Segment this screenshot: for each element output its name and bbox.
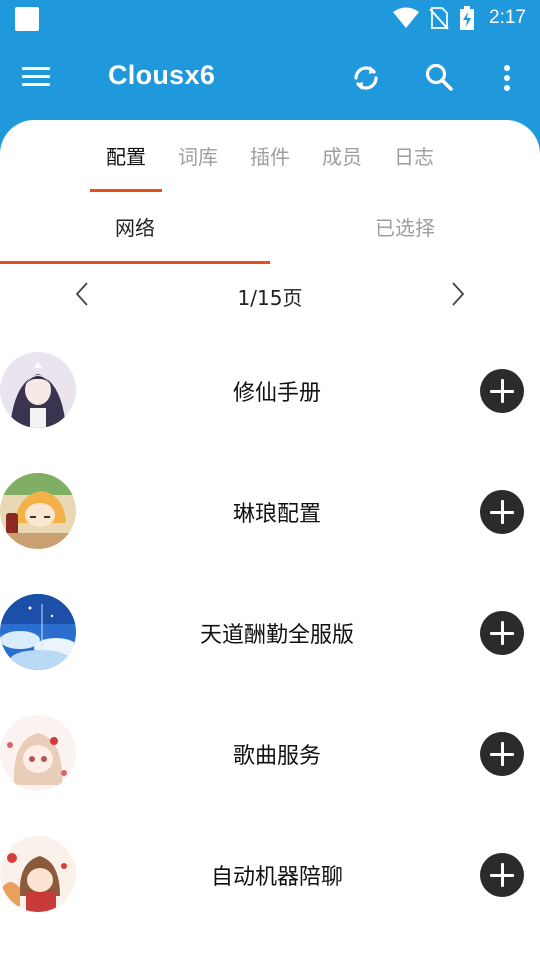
top-tabs: 配置 词库 插件 成员 日志	[90, 138, 450, 192]
item-title: 修仙手册	[232, 381, 321, 406]
main-content: 配置 词库 插件 成员 日志 网络 已选择 1/15页 修仙手册 琳琅配置 天道…	[0, 120, 540, 960]
add-button[interactable]	[480, 369, 524, 413]
subtab-network[interactable]: 网络	[0, 192, 270, 264]
tab-lexicon[interactable]: 词库	[162, 138, 234, 192]
pager: 1/15页	[0, 264, 540, 324]
item-title: 自动机器陪聊	[210, 865, 343, 890]
list-item[interactable]: 自动机器陪聊	[0, 814, 540, 935]
more-options-button[interactable]	[495, 60, 519, 96]
list-item[interactable]: 天道酬勤全服版	[0, 572, 540, 693]
sync-icon	[354, 66, 378, 90]
no-sim-icon	[429, 7, 449, 30]
sync-button[interactable]	[348, 60, 384, 96]
menu-icon-line	[22, 75, 50, 78]
notification-icon	[15, 7, 39, 31]
add-button[interactable]	[480, 732, 524, 776]
tab-config[interactable]: 配置	[90, 138, 162, 192]
more-vert-icon	[504, 65, 510, 91]
config-list: 修仙手册 琳琅配置 天道酬勤全服版 歌曲服务 自动机器陪聊	[0, 330, 540, 935]
menu-icon-line	[22, 83, 50, 86]
wifi-icon	[393, 7, 420, 28]
add-button[interactable]	[480, 490, 524, 534]
item-title: 天道酬勤全服版	[199, 623, 354, 648]
list-item[interactable]: 修仙手册	[0, 330, 540, 451]
item-title: 琳琅配置	[232, 502, 321, 527]
subtab-selected[interactable]: 已选择	[270, 192, 540, 264]
list-item[interactable]: 歌曲服务	[0, 693, 540, 814]
item-title: 歌曲服务	[232, 744, 321, 769]
app-bar: Clousx6	[0, 36, 540, 120]
menu-button[interactable]	[22, 62, 62, 92]
search-icon	[425, 63, 453, 91]
sub-tabs: 网络 已选择	[0, 192, 540, 264]
next-page-button[interactable]	[442, 279, 472, 309]
tab-plugins[interactable]: 插件	[234, 138, 306, 192]
tab-logs[interactable]: 日志	[378, 138, 450, 192]
chevron-right-icon	[452, 282, 465, 306]
status-time: 2:17	[489, 7, 526, 28]
app-title: Clousx6	[108, 60, 216, 90]
list-item[interactable]: 琳琅配置	[0, 451, 540, 572]
add-button[interactable]	[480, 611, 524, 655]
battery-charging-icon	[460, 6, 475, 30]
add-button[interactable]	[480, 853, 524, 897]
menu-icon-line	[22, 67, 50, 70]
status-icons: 2:17	[393, 6, 526, 30]
tab-members[interactable]: 成员	[306, 138, 378, 192]
search-button[interactable]	[422, 60, 458, 96]
status-bar: 2:17	[0, 0, 540, 36]
